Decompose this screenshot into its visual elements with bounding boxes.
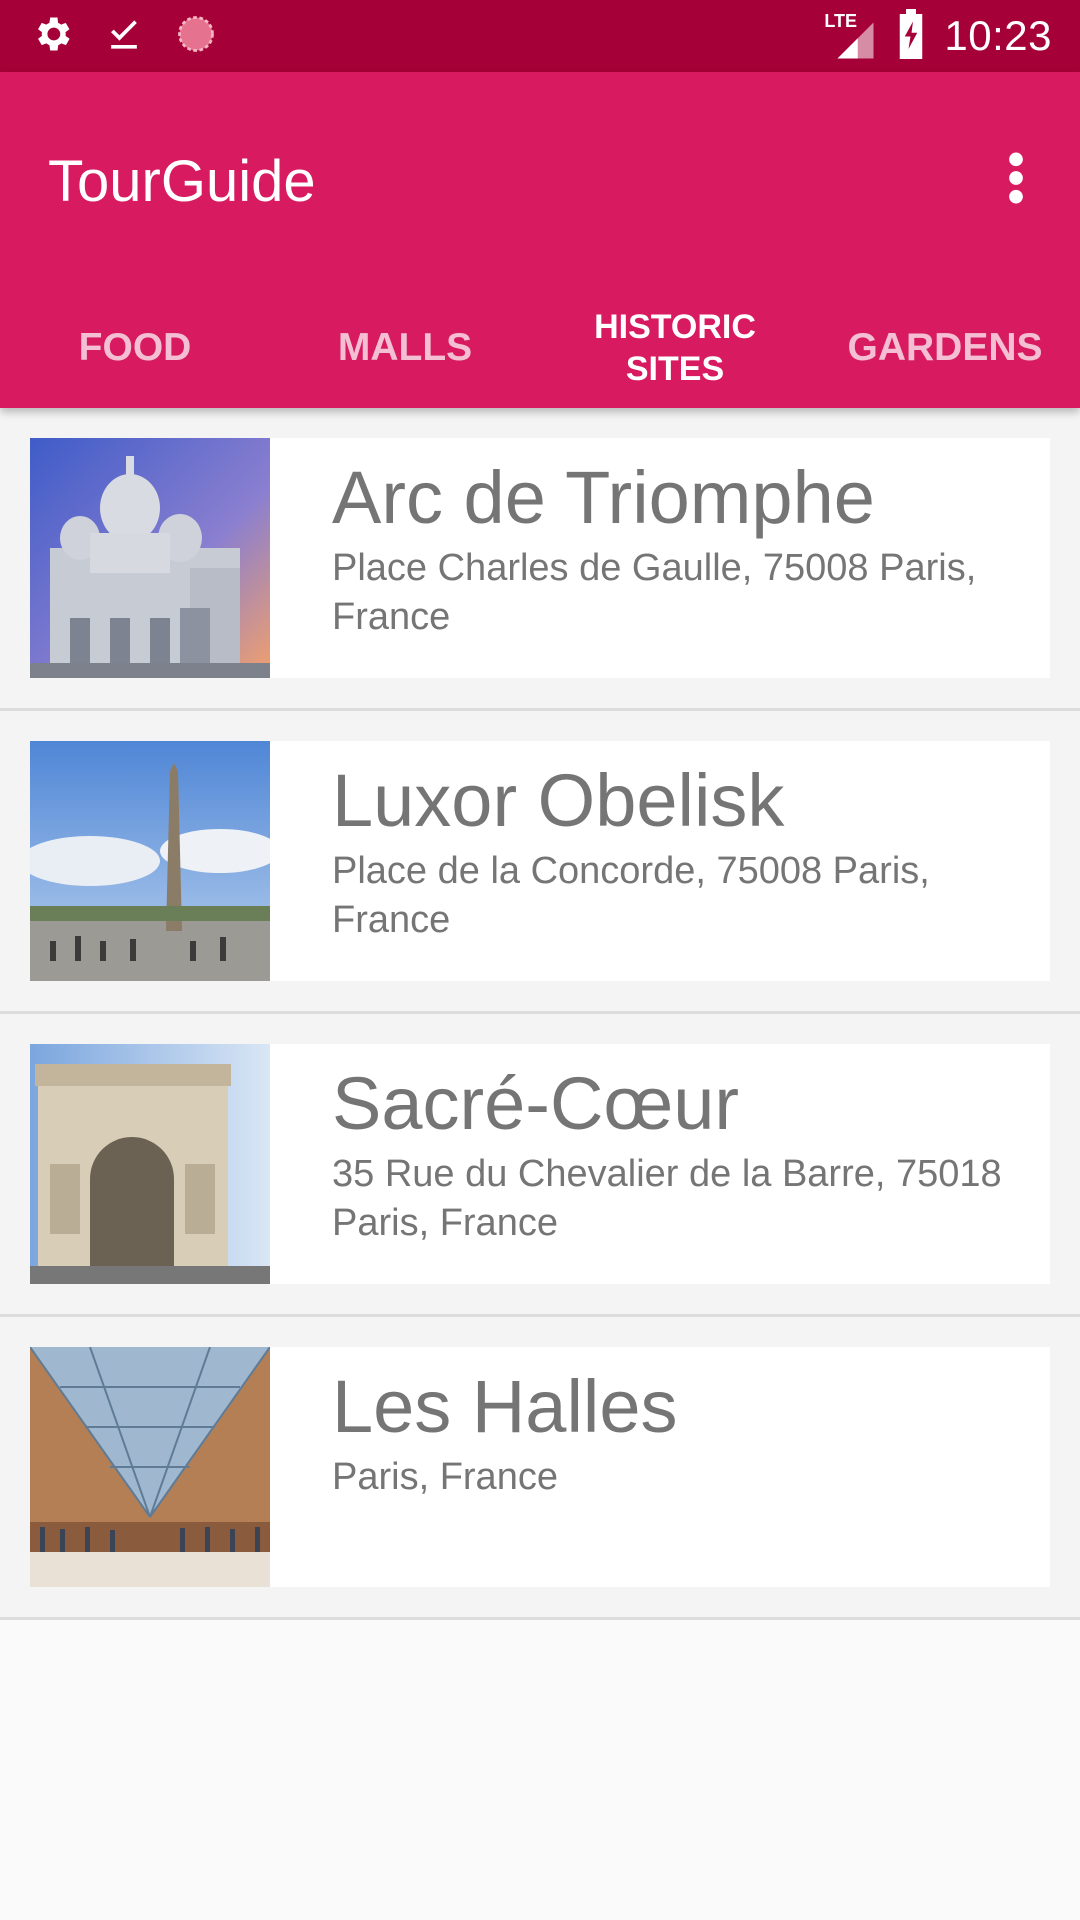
tab-historic-sites[interactable]: HISTORIC SITES bbox=[540, 288, 810, 408]
status-left-icons bbox=[30, 12, 218, 60]
tab-gardens[interactable]: GARDENS bbox=[810, 288, 1080, 408]
list-item[interactable]: Luxor Obelisk Place de la Concorde, 7500… bbox=[0, 711, 1080, 1014]
place-card: Arc de Triomphe Place Charles de Gaulle,… bbox=[30, 438, 1050, 678]
places-list: Arc de Triomphe Place Charles de Gaulle,… bbox=[0, 408, 1080, 1620]
app-title: TourGuide bbox=[48, 149, 316, 214]
overflow-menu-button[interactable] bbox=[980, 144, 1052, 216]
basilica-photo bbox=[30, 438, 270, 678]
app-bar: TourGuide FOOD MALLS HISTORIC SITES GARD… bbox=[0, 72, 1080, 408]
battery-charging-icon bbox=[896, 8, 926, 64]
place-card: Les Halles Paris, France bbox=[30, 1347, 1050, 1587]
list-item[interactable]: Arc de Triomphe Place Charles de Gaulle,… bbox=[0, 408, 1080, 711]
triumphal-arch-photo bbox=[30, 1044, 270, 1284]
place-name: Luxor Obelisk bbox=[332, 759, 785, 842]
place-name: Les Halles bbox=[332, 1365, 678, 1448]
glass-pyramid-photo bbox=[30, 1347, 270, 1587]
place-address: Place Charles de Gaulle, 75008 Paris, Fr… bbox=[332, 547, 977, 638]
place-card: Luxor Obelisk Place de la Concorde, 7500… bbox=[30, 741, 1050, 981]
status-right-icons: LTE 10:23 bbox=[824, 0, 1052, 72]
more-vert-icon bbox=[1006, 150, 1026, 211]
status-bar: LTE 10:23 bbox=[0, 0, 1080, 72]
place-card: Sacré-Cœur 35 Rue du Chevalier de la Bar… bbox=[30, 1044, 1050, 1284]
tab-malls[interactable]: MALLS bbox=[270, 288, 540, 408]
tab-bar: FOOD MALLS HISTORIC SITES GARDENS bbox=[0, 288, 1080, 408]
download-done-icon bbox=[102, 12, 146, 61]
list-item[interactable]: Les Halles Paris, France bbox=[0, 1317, 1080, 1620]
place-address: 35 Rue du Chevalier de la Barre, 75018 P… bbox=[332, 1153, 1002, 1244]
list-item[interactable]: Sacré-Cœur 35 Rue du Chevalier de la Bar… bbox=[0, 1014, 1080, 1317]
status-clock: 10:23 bbox=[944, 12, 1052, 59]
tab-food[interactable]: FOOD bbox=[0, 288, 270, 408]
place-name: Arc de Triomphe bbox=[332, 456, 875, 539]
sync-icon bbox=[174, 12, 218, 61]
place-name: Sacré-Cœur bbox=[332, 1062, 740, 1145]
obelisk-photo bbox=[30, 741, 270, 981]
place-address: Paris, France bbox=[332, 1456, 558, 1498]
place-address: Place de la Concorde, 75008 Paris, Franc… bbox=[332, 850, 930, 941]
signal-icon: LTE bbox=[824, 9, 878, 63]
gear-icon bbox=[30, 12, 74, 61]
